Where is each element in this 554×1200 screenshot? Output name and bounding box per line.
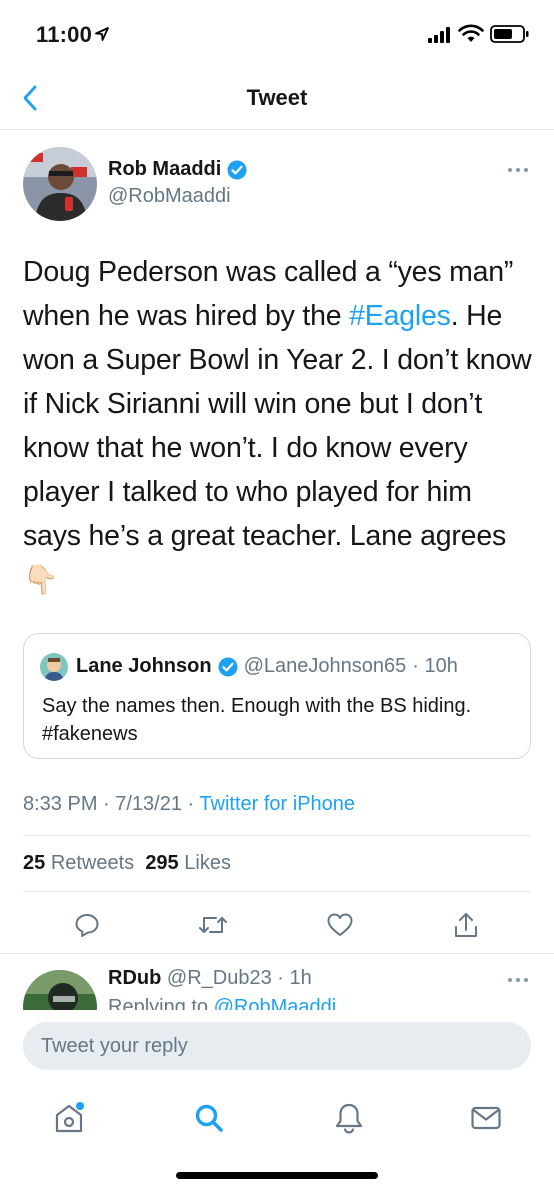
tab-search[interactable] <box>191 1100 227 1136</box>
retweets-label: Retweets <box>50 852 135 874</box>
notifications-icon <box>335 1103 363 1134</box>
author-name: Rob Maaddi <box>108 158 222 180</box>
tab-messages[interactable] <box>468 1100 504 1136</box>
like-button[interactable] <box>320 905 360 945</box>
retweet-button[interactable] <box>193 905 233 945</box>
reply-header: RDub @R_Dub23 · 1h <box>108 967 312 990</box>
reply-button[interactable] <box>67 905 107 945</box>
status-bar: 11:00 <box>0 0 554 66</box>
likes-count: 295 <box>145 852 179 874</box>
reply-time: · 1h <box>277 967 312 989</box>
tweet-text-part: . He won a Super Bowl in Year 2. I don’t… <box>23 300 532 552</box>
quoted-avatar-illustration <box>40 653 68 681</box>
like-icon <box>327 913 353 936</box>
divider <box>23 835 531 836</box>
retweets-count: 25 <box>23 852 46 874</box>
author-name-row[interactable]: Rob Maaddi <box>108 158 247 181</box>
share-button[interactable] <box>446 905 486 945</box>
avatar-photo <box>23 147 97 221</box>
quoted-author-avatar <box>40 653 68 681</box>
wifi-icon <box>458 24 484 42</box>
author-handle[interactable]: @RobMaaddi <box>108 185 231 208</box>
tab-notifications[interactable] <box>331 1100 367 1136</box>
hashtag-link[interactable]: #Eagles <box>349 300 451 332</box>
reply-more-options-button[interactable] <box>500 968 536 992</box>
divider <box>0 953 554 954</box>
likes-stat[interactable]: 295 Likes <box>145 852 231 874</box>
quoted-tweet-time: · 10h <box>412 655 458 677</box>
nav-bar: Tweet <box>0 66 554 130</box>
tweet-text: Doug Pederson was called a “yes man” whe… <box>23 250 537 602</box>
search-icon <box>195 1104 223 1132</box>
reply-input[interactable] <box>23 1022 531 1070</box>
tweet-source-link[interactable]: Twitter for iPhone <box>199 793 355 815</box>
share-icon <box>455 913 477 937</box>
divider <box>23 891 531 892</box>
more-dots-icon <box>508 168 528 172</box>
tweet-meta: 8:33 PM · 7/13/21 · Twitter for iPhone <box>23 793 355 816</box>
likes-label: Likes <box>184 852 231 874</box>
author-avatar[interactable] <box>23 147 97 221</box>
quoted-tweet-text: Say the names then. Enough with the BS h… <box>42 695 472 745</box>
messages-icon <box>471 1106 501 1130</box>
cellular-signal-icon <box>428 27 450 43</box>
status-time: 11:00 <box>36 22 93 47</box>
battery-icon <box>490 25 529 43</box>
home-icon <box>55 1102 84 1133</box>
retweet-icon <box>199 917 227 933</box>
quoted-tweet-header: Lane Johnson @LaneJohnson65 · 10h <box>76 655 458 678</box>
tab-home[interactable] <box>51 1100 87 1136</box>
more-dots-icon <box>508 978 528 982</box>
verified-badge-icon <box>218 657 238 676</box>
home-indicator[interactable] <box>176 1172 378 1179</box>
tweet-actions <box>0 905 554 945</box>
retweets-stat[interactable]: 25 Retweets <box>23 852 134 874</box>
reply-author-name[interactable]: RDub <box>108 967 161 989</box>
more-options-button[interactable] <box>500 158 536 182</box>
location-arrow-icon <box>95 27 109 41</box>
quoted-author-handle: @LaneJohnson65 <box>243 655 407 677</box>
pointing-down-emoji: 👇🏻 <box>23 564 59 596</box>
reply-icon <box>75 914 99 937</box>
tweet-timestamp: 8:33 PM · 7/13/21 · <box>23 793 200 815</box>
quoted-tweet-card[interactable]: Lane Johnson @LaneJohnson65 · 10h Say th… <box>23 633 531 759</box>
quoted-author-name: Lane Johnson <box>76 655 212 677</box>
tweet-stats: 25 Retweets 295 Likes <box>23 852 231 875</box>
verified-badge-icon <box>227 160 247 179</box>
page-title: Tweet <box>246 85 308 110</box>
reply-author-handle: @R_Dub23 <box>166 967 272 989</box>
